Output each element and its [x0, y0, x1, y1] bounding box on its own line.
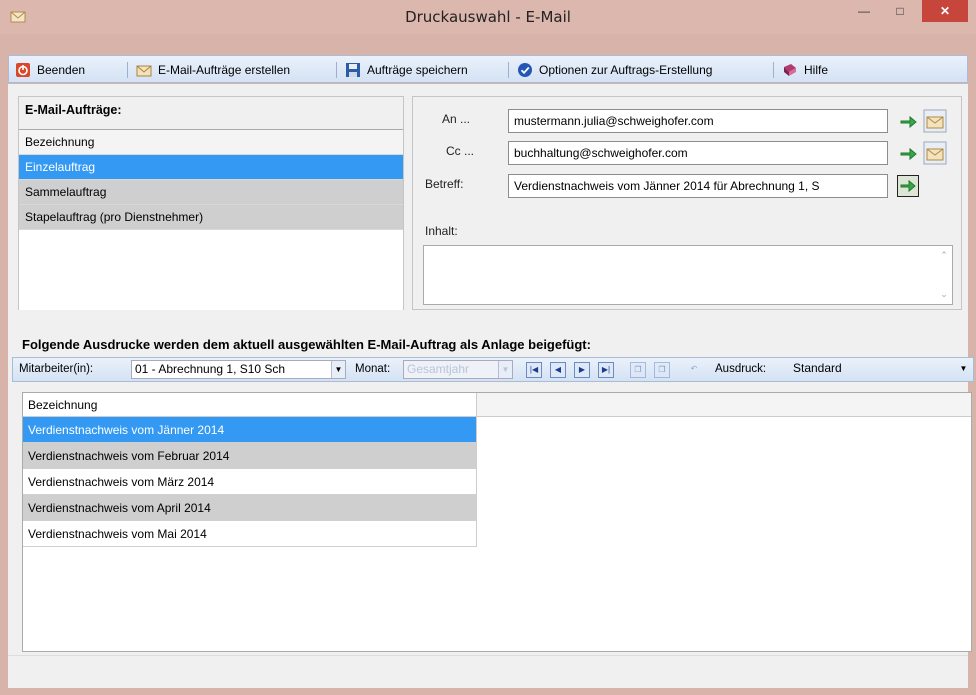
help-book-icon — [784, 64, 796, 76]
inhalt-label: Inhalt: — [425, 224, 458, 238]
grid-header-bezeichnung[interactable]: Bezeichnung — [23, 393, 477, 417]
grid-header-empty — [477, 393, 971, 417]
an-field[interactable]: mustermann.julia@schweighofer.com — [508, 109, 888, 133]
create-mail-orders-button[interactable]: E-Mail-Aufträge erstellen — [136, 61, 290, 79]
scroll-down-icon[interactable]: ⌄ — [938, 289, 950, 300]
betreff-field[interactable]: Verdienstnachweis vom Jänner 2014 für Ab… — [508, 174, 888, 198]
address-book-icon[interactable] — [923, 109, 947, 133]
beenden-label: Beenden — [37, 63, 86, 77]
ausdruck-value: Standard — [793, 361, 842, 375]
ausdruck-label: Ausdruck: — [715, 363, 767, 375]
minimize-button[interactable]: — — [850, 0, 878, 22]
attachments-toolbar: Mitarbeiter(in): 01 - Abrechnung 1, S10 … — [12, 357, 974, 382]
monat-select[interactable]: Gesamtjahr ▼ — [403, 360, 513, 379]
create-mail-orders-label: E-Mail-Aufträge erstellen — [158, 63, 291, 77]
status-bar — [8, 655, 968, 688]
save-orders-label: Aufträge speichern — [367, 63, 468, 77]
chevron-down-icon[interactable]: ▼ — [331, 361, 345, 378]
attachments-grid: Bezeichnung Verdienstnachweis vom Jänner… — [22, 392, 972, 652]
help-button[interactable]: Hilfe — [782, 61, 828, 79]
maximize-button[interactable]: □ — [886, 0, 914, 22]
window-title: Druckauswahl - E-Mail — [405, 8, 571, 26]
betreff-label: Betreff: — [425, 177, 464, 191]
chevron-down-icon[interactable]: ▼ — [498, 361, 512, 378]
table-row[interactable]: Verdienstnachweis vom Februar 2014 — [23, 443, 477, 469]
paste-icon[interactable]: ❐ — [654, 362, 670, 378]
client-area: E-Mail-Aufträge: Bezeichnung Einzelauftr… — [8, 84, 974, 687]
options-button[interactable]: Optionen zur Auftrags-Erstellung — [517, 61, 712, 79]
table-row[interactable]: Verdienstnachweis vom Jänner 2014 — [23, 417, 477, 443]
an-label: An ... — [442, 112, 471, 126]
mitarbeiter-label: Mitarbeiter(in): — [19, 363, 94, 375]
title-bar: Druckauswahl - E-Mail — □ ✕ — [0, 0, 976, 34]
toolbar-separator — [127, 62, 128, 78]
mail-orders-panel: E-Mail-Aufträge: Bezeichnung Einzelauftr… — [18, 96, 404, 310]
table-row[interactable]: Verdienstnachweis vom Mai 2014 — [23, 521, 477, 547]
undo-icon[interactable]: ↶ — [686, 362, 702, 378]
address-book-icon[interactable] — [923, 141, 947, 165]
scroll-up-icon[interactable]: ⌃ — [938, 250, 950, 261]
toolbar-separator — [336, 62, 337, 78]
mitarbeiter-select[interactable]: 01 - Abrechnung 1, S10 Sch ▼ — [131, 360, 346, 379]
arrow-right-icon[interactable] — [897, 143, 919, 165]
cc-field[interactable]: buchhaltung@schweighofer.com — [508, 141, 888, 165]
chevron-down-icon[interactable]: ▼ — [957, 360, 970, 377]
previous-record-icon[interactable]: ◀ — [550, 362, 566, 378]
save-orders-button[interactable]: Aufträge speichern — [345, 61, 468, 79]
copy-icon[interactable]: ❐ — [630, 362, 646, 378]
table-row[interactable]: Verdienstnachweis vom April 2014 — [23, 495, 477, 521]
ausdruck-select[interactable]: Standard ▼ — [790, 360, 970, 379]
list-item-sammelauftrag[interactable]: Sammelauftrag — [19, 180, 403, 205]
list-header[interactable]: Bezeichnung — [19, 130, 403, 155]
envelope-icon — [136, 65, 152, 77]
cc-label: Cc ... — [446, 144, 475, 158]
mail-orders-title: E-Mail-Aufträge: — [25, 103, 122, 117]
mail-orders-list: Bezeichnung Einzelauftrag Sammelauftrag … — [19, 129, 403, 310]
monat-value: Gesamtjahr — [407, 362, 470, 376]
help-label: Hilfe — [804, 63, 829, 77]
mitarbeiter-value: 01 - Abrechnung 1, S10 Sch — [135, 362, 286, 376]
power-icon — [16, 63, 30, 77]
app-window: Druckauswahl - E-Mail — □ ✕ Beenden E-Ma… — [0, 0, 976, 695]
first-record-icon[interactable]: |◀ — [526, 362, 542, 378]
options-label: Optionen zur Auftrags-Erstellung — [539, 63, 713, 77]
checkmark-circle-icon — [518, 63, 532, 77]
toolbar-separator — [508, 62, 509, 78]
close-button[interactable]: ✕ — [922, 0, 968, 22]
list-item-einzelauftrag[interactable]: Einzelauftrag — [19, 155, 403, 180]
last-record-icon[interactable]: ▶| — [598, 362, 614, 378]
toolbar-separator — [773, 62, 774, 78]
inhalt-textarea[interactable]: ⌃ ⌄ — [423, 245, 953, 305]
main-toolbar: Beenden E-Mail-Aufträge erstellen Aufträ… — [8, 55, 968, 83]
table-row[interactable]: Verdienstnachweis vom März 2014 — [23, 469, 477, 495]
apply-subject-icon[interactable] — [897, 175, 919, 197]
beenden-button[interactable]: Beenden — [15, 61, 85, 79]
mail-details-panel: An ... mustermann.julia@schweighofer.com… — [412, 96, 962, 310]
arrow-right-icon[interactable] — [897, 111, 919, 133]
list-item-stapelauftrag[interactable]: Stapelauftrag (pro Dienstnehmer) — [19, 205, 403, 230]
floppy-disk-icon — [346, 63, 360, 77]
next-record-icon[interactable]: ▶ — [574, 362, 590, 378]
attachments-title: Folgende Ausdrucke werden dem aktuell au… — [22, 337, 591, 352]
monat-label: Monat: — [355, 363, 391, 375]
